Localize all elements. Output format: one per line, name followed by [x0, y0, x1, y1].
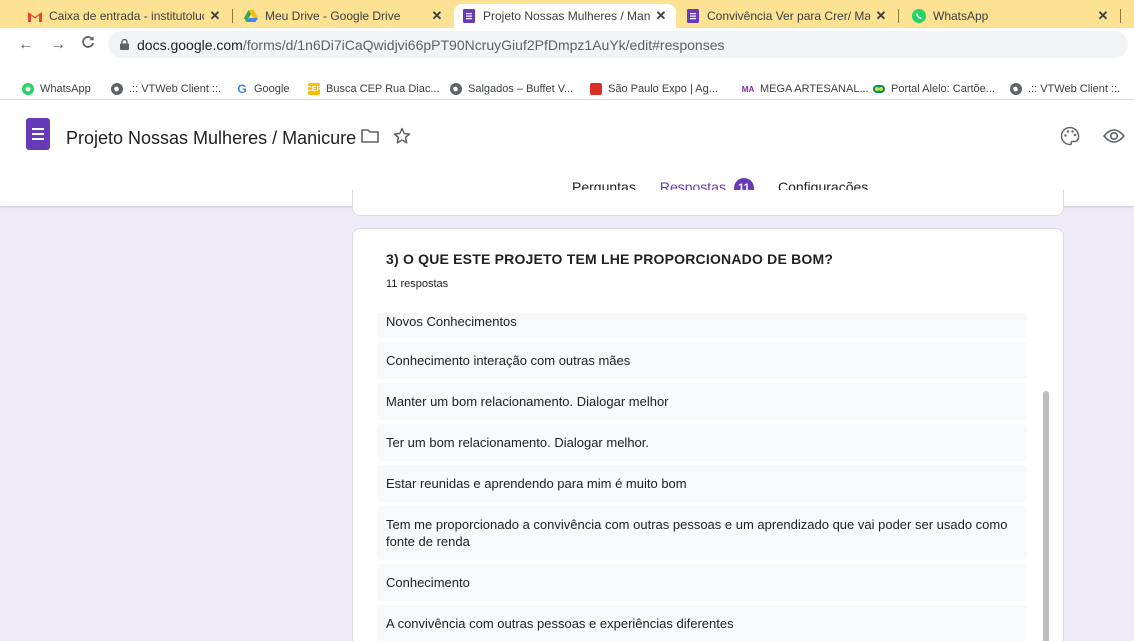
browser-tab-whatsapp[interactable]: WhatsApp ✕: [904, 4, 1118, 28]
mega-artesanal-icon: MA: [741, 84, 755, 94]
close-tab-icon[interactable]: ✕: [1096, 8, 1110, 24]
folder-icon[interactable]: [358, 124, 382, 148]
bookmark-portal-alelo[interactable]: Portal Alelo: Cartõe...: [873, 81, 995, 97]
answer-item: Conhecimento: [377, 564, 1027, 601]
answers-scrollbar[interactable]: [1041, 313, 1051, 641]
answer-item: Manter um bom relacionamento. Dialogar m…: [377, 383, 1027, 420]
browser-tab-drive[interactable]: Meu Drive - Google Drive ✕: [236, 4, 452, 28]
google-forms-icon: [686, 9, 700, 23]
google-forms-icon: [462, 9, 476, 23]
lock-icon: [120, 39, 129, 50]
form-title[interactable]: Projeto Nossas Mulheres / Manicure: [66, 128, 356, 149]
close-tab-icon[interactable]: ✕: [430, 8, 444, 24]
bookmark-busca-cep[interactable]: CEP Busca CEP Rua Diac...: [307, 81, 440, 97]
google-icon: G: [237, 82, 247, 96]
gmail-icon: [28, 9, 42, 23]
response-count: 11 respostas: [386, 278, 449, 290]
previous-question-card: [352, 190, 1064, 216]
globe-icon: [450, 83, 462, 95]
close-tab-icon[interactable]: ✕: [654, 8, 668, 24]
bookmark-google[interactable]: G Google: [236, 81, 289, 97]
bookmark-vtweb-2[interactable]: .:: VTWeb Client ::.: [1010, 81, 1120, 97]
answer-item: Ter um bom relacionamento. Dialogar melh…: [377, 424, 1027, 461]
answer-item: Conhecimento interação com outras mães: [377, 342, 1027, 379]
bookmark-vtweb[interactable]: .:: VTWeb Client ::.: [111, 81, 221, 97]
cep-icon: CEP: [307, 83, 321, 95]
answer-item: Tem me proporcionado a convivência com o…: [377, 506, 1027, 560]
url-path: /forms/d/1n6Di7iCaQwidjvi66pPT90NcruyGiu…: [242, 36, 725, 53]
question-title: 3) O QUE ESTE PROJETO TEM LHE PROPORCION…: [386, 251, 834, 267]
address-bar[interactable]: docs.google.com/forms/d/1n6Di7iCaQwidjvi…: [108, 31, 1128, 58]
close-tab-icon[interactable]: ✕: [874, 8, 888, 24]
bookmark-whatsapp[interactable]: WhatsApp: [22, 81, 91, 97]
bookmark-salgados[interactable]: Salgados – Buffet V...: [450, 81, 573, 97]
globe-icon: [111, 83, 123, 95]
answer-item: A convivência com outras pessoas e exper…: [377, 605, 1027, 641]
globe-icon: [1010, 83, 1022, 95]
bookmark-sao-paulo-expo[interactable]: São Paulo Expo | Ag...: [590, 81, 718, 97]
close-tab-icon[interactable]: ✕: [208, 8, 222, 24]
browser-tab-forms-active[interactable]: Projeto Nossas Mulheres / Manic ✕: [454, 4, 676, 28]
browser-toolbar: ← → docs.google.com/forms/d/1n6Di7iCaQwi…: [0, 28, 1134, 78]
browser-tab-gmail[interactable]: Caixa de entrada - institutolucas ✕: [20, 4, 230, 28]
answers-list[interactable]: Novos Conhecimentos Conhecimento interaç…: [377, 313, 1027, 641]
answer-item: Novos Conhecimentos: [377, 313, 1027, 338]
preview-eye-icon[interactable]: [1102, 124, 1126, 148]
star-icon[interactable]: [390, 124, 414, 148]
whatsapp-icon: [912, 9, 926, 23]
forward-arrow-icon[interactable]: →: [48, 35, 68, 55]
bookmark-mega-artesanal[interactable]: MA MEGA ARTESANAL...: [742, 81, 869, 97]
expo-icon: [590, 83, 602, 95]
browser-tab-strip: Caixa de entrada - institutolucas ✕ Meu …: [0, 0, 1134, 28]
palette-icon[interactable]: [1058, 124, 1082, 148]
alelo-icon: [873, 83, 885, 95]
reload-icon[interactable]: [78, 35, 98, 55]
back-arrow-icon[interactable]: ←: [16, 35, 36, 55]
answer-item: Estar reunidas e aprendendo para mim é m…: [377, 465, 1027, 502]
url-domain: docs.google.com: [137, 36, 243, 53]
bookmarks-bar: WhatsApp .:: VTWeb Client ::. G Google C…: [0, 78, 1134, 100]
google-forms-logo-icon[interactable]: [26, 118, 50, 150]
google-drive-icon: [244, 9, 258, 23]
browser-tab-forms-2[interactable]: Convivência Ver para Crer/ Maio ✕: [678, 4, 896, 28]
scrollbar-thumb[interactable]: [1043, 391, 1049, 641]
question-response-card: 3) O QUE ESTE PROJETO TEM LHE PROPORCION…: [352, 228, 1064, 641]
whatsapp-icon: [22, 83, 34, 95]
